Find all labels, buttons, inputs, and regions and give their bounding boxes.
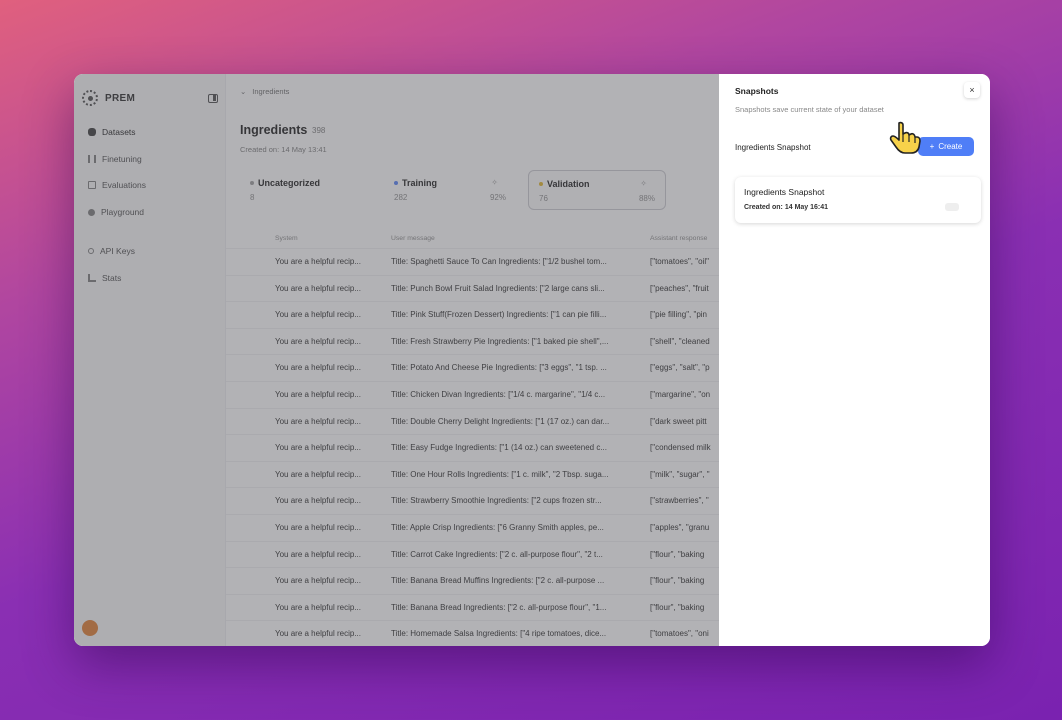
hand-pointer-icon [889, 121, 921, 154]
snapshot-created: Created on: 14 May 16:41 [744, 204, 829, 211]
create-snapshot-button[interactable]: + Create [918, 137, 974, 156]
app-window: PREM Datasets Finetuning Evaluations Pla… [74, 74, 990, 646]
snapshot-restore-button[interactable] [945, 203, 959, 211]
close-icon[interactable]: × [964, 82, 980, 98]
plus-icon: + [929, 142, 935, 151]
modal-backdrop[interactable] [74, 74, 719, 646]
snapshot-item[interactable]: Ingredients Snapshot Created on: 14 May … [735, 177, 981, 223]
panel-title: Snapshots [735, 86, 779, 96]
panel-subtitle: Snapshots save current state of your dat… [735, 105, 884, 114]
create-button-label: Create [938, 142, 963, 151]
snapshot-name: Ingredients Snapshot [744, 187, 825, 197]
snapshots-panel: Snapshots Snapshots save current state o… [719, 74, 990, 646]
